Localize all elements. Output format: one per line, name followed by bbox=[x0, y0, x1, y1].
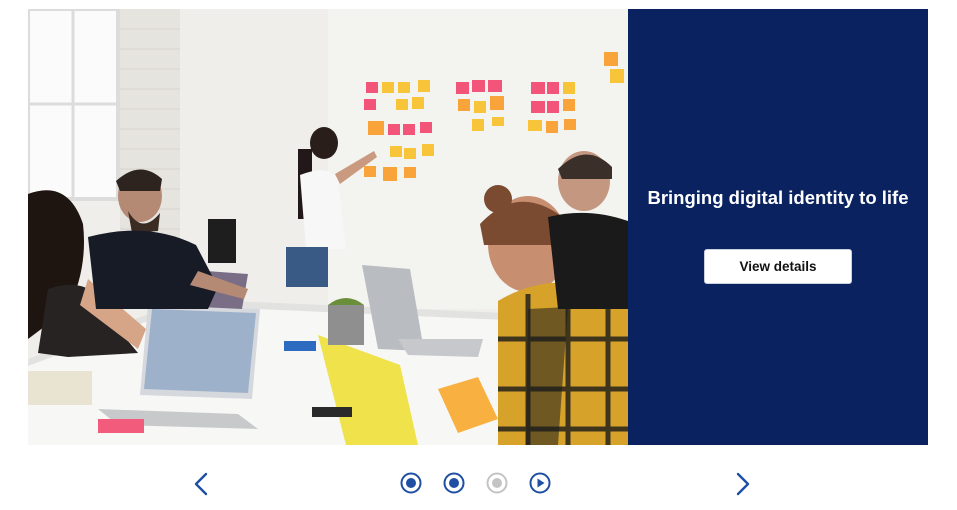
play-icon bbox=[529, 472, 551, 494]
chevron-left-icon bbox=[194, 472, 208, 496]
dot-active-icon bbox=[443, 472, 465, 494]
dot-inactive-icon bbox=[486, 472, 508, 494]
slide-caption-panel: Bringing digital identity to life View d… bbox=[628, 9, 928, 445]
slide-image bbox=[28, 9, 628, 445]
slide-title: Bringing digital identity to life bbox=[647, 187, 909, 208]
slide-indicator-1[interactable] bbox=[400, 472, 422, 494]
chevron-right-icon bbox=[736, 472, 750, 496]
hero-carousel: Bringing digital identity to life View d… bbox=[28, 9, 928, 445]
dot-active-icon bbox=[400, 472, 422, 494]
slide-indicator-3[interactable] bbox=[486, 472, 508, 494]
slide-indicator-2[interactable] bbox=[443, 472, 465, 494]
play-pause-button[interactable] bbox=[529, 472, 551, 494]
view-details-button[interactable]: View details bbox=[704, 249, 852, 284]
previous-slide-button[interactable] bbox=[190, 470, 212, 498]
carousel-controls bbox=[0, 460, 957, 506]
next-slide-button[interactable] bbox=[732, 470, 754, 498]
